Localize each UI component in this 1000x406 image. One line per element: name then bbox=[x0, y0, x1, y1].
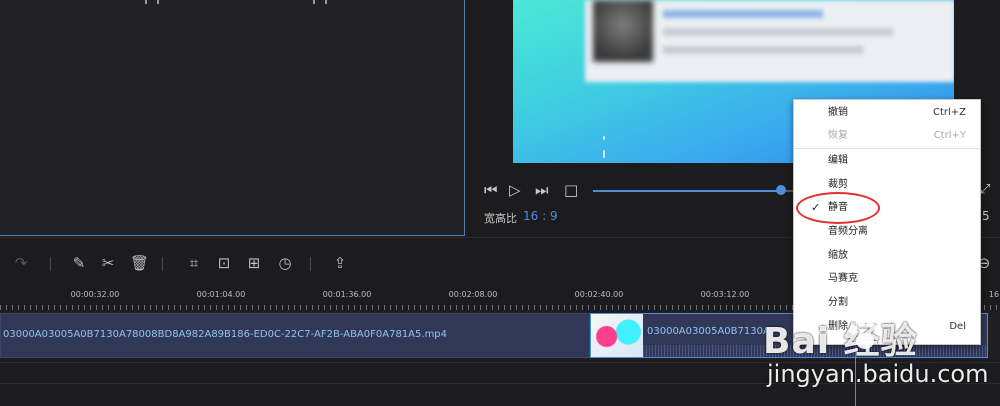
menu-item-split[interactable]: 分割 bbox=[794, 292, 980, 314]
media-top-icon bbox=[313, 0, 327, 4]
video-content bbox=[663, 10, 823, 18]
clip-thumbnail bbox=[591, 314, 643, 357]
prev-frame-icon[interactable]: ⏮ bbox=[484, 183, 498, 198]
tick-label: 00:03:12.00 bbox=[700, 290, 750, 299]
video-content bbox=[663, 46, 863, 54]
next-frame-icon[interactable]: ⏭ bbox=[535, 183, 549, 198]
redo-icon[interactable]: ↷ bbox=[12, 254, 30, 272]
tick-label: 16 bbox=[988, 290, 1000, 299]
menu-item-audio-detach[interactable]: 音频分离 bbox=[794, 221, 980, 243]
menu-item-label: 撤销 bbox=[828, 107, 848, 118]
video-content bbox=[603, 150, 605, 158]
crop-icon[interactable]: ⌗ bbox=[185, 254, 203, 272]
scissors-icon[interactable]: ✂ bbox=[99, 254, 117, 272]
truncated-value: 5 bbox=[982, 209, 990, 223]
menu-item-shortcut: Del bbox=[949, 321, 966, 332]
menu-item-shortcut: Ctrl+Y bbox=[933, 130, 966, 141]
menu-item-label: 编辑 bbox=[828, 155, 848, 166]
menu-item-delete[interactable]: 删除 Del bbox=[794, 316, 980, 338]
toolbar-divider bbox=[50, 257, 51, 271]
toolbar-divider bbox=[310, 257, 311, 271]
menu-item-redo: 恢复 Ctrl+Y bbox=[794, 125, 980, 147]
pen-icon[interactable]: ✎ bbox=[70, 254, 88, 272]
aspect-ratio-label: 宽高比 bbox=[484, 212, 517, 225]
menu-item-edit[interactable]: 编辑 bbox=[794, 150, 980, 172]
play-icon[interactable]: ▷ bbox=[509, 183, 521, 198]
media-top-icon bbox=[145, 0, 159, 4]
tick-label: 00:01:36.00 bbox=[322, 290, 372, 299]
video-content bbox=[663, 28, 893, 36]
tick-label: 00:01:04.00 bbox=[196, 290, 246, 299]
empty-track bbox=[0, 362, 1000, 384]
clip-filename: 03000A03005A0B7130A78008BD8A982A89B186-E… bbox=[3, 329, 448, 340]
audio-waveform bbox=[643, 345, 987, 357]
menu-item-label: 音频分离 bbox=[828, 226, 868, 237]
tick-label: 00:02:08.00 bbox=[448, 290, 498, 299]
menu-item-label: 缩放 bbox=[828, 250, 848, 261]
menu-item-shortcut: Ctrl+Z bbox=[932, 107, 966, 118]
aspect-ratio-value[interactable]: 16 : 9 bbox=[523, 209, 558, 223]
tick-label: 00:02:40.00 bbox=[574, 290, 624, 299]
video-clip[interactable]: 03000A03005A0B7130A78008BD8A982A89B186-E… bbox=[0, 313, 590, 358]
trash-icon[interactable]: 🗑 bbox=[130, 254, 149, 272]
menu-item-label: 分割 bbox=[828, 297, 848, 308]
fullscreen-icon[interactable]: ⤢ bbox=[980, 182, 990, 197]
menu-item-zoom[interactable]: 缩放 bbox=[794, 245, 980, 267]
video-content bbox=[603, 136, 605, 140]
tick-label: 00:00:32.00 bbox=[70, 290, 120, 299]
menu-item-label: 删除 bbox=[828, 321, 848, 332]
clock-icon[interactable]: ◷ bbox=[276, 254, 294, 272]
clip-filename: 03000A03005A0B7130A7 bbox=[647, 326, 777, 337]
menu-item-undo[interactable]: 撤销 Ctrl+Z bbox=[794, 102, 980, 124]
media-panel bbox=[0, 0, 465, 236]
export-icon[interactable]: ⇪ bbox=[331, 254, 349, 272]
mosaic-icon[interactable]: ⊞ bbox=[245, 254, 263, 272]
seek-handle[interactable] bbox=[776, 185, 786, 195]
menu-item-label: 马赛克 bbox=[828, 273, 858, 284]
seek-bar[interactable] bbox=[593, 190, 781, 192]
menu-divider bbox=[794, 148, 980, 149]
menu-item-mosaic[interactable]: 马赛克 bbox=[794, 268, 980, 290]
fit-frame-icon[interactable]: ⊡ bbox=[215, 254, 233, 272]
video-content bbox=[593, 0, 653, 62]
toolbar-divider bbox=[162, 257, 163, 271]
stop-icon[interactable]: □ bbox=[564, 183, 578, 198]
annotation-ring bbox=[796, 192, 880, 224]
menu-item-label: 恢复 bbox=[828, 130, 848, 141]
